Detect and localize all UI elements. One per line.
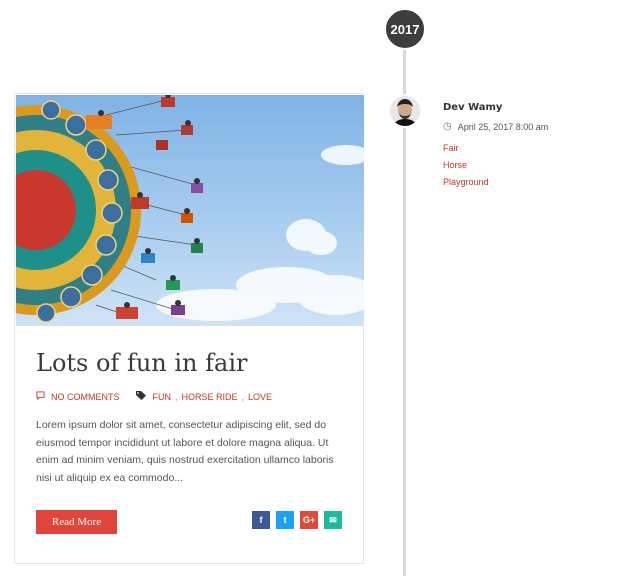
author-name[interactable]: Dev Wamy — [443, 102, 502, 113]
tag-link-horse-ride[interactable]: HORSE RIDE — [182, 392, 238, 402]
tag-separator: , — [241, 391, 245, 402]
email-share-icon[interactable]: ✉ — [324, 511, 342, 529]
twitter-share-icon[interactable]: t — [276, 511, 294, 529]
facebook-share-icon[interactable]: f — [252, 511, 270, 529]
tag-link-fun[interactable]: FUN — [153, 392, 172, 402]
tag-link-love[interactable]: LOVE — [248, 392, 272, 402]
comments-link[interactable]: NO COMMENTS — [51, 392, 120, 402]
google-plus-share-icon[interactable]: G+ — [300, 511, 318, 529]
post-card: Lots of fun in fair NO COMMENTS FUN , HO… — [14, 93, 364, 564]
sidebar-tag-fair[interactable]: Fair — [443, 140, 489, 157]
clock-icon: ◷ — [443, 121, 452, 132]
post-date: ◷ April 25, 2017 8:00 am — [443, 121, 548, 132]
year-badge: 2017 — [384, 8, 426, 50]
sidebar-tag-playground[interactable]: Playground — [443, 174, 489, 191]
post-meta: NO COMMENTS FUN , HORSE RIDE , LOVE — [36, 391, 272, 402]
sidebar-tag-horse[interactable]: Horse — [443, 157, 489, 174]
author-avatar[interactable] — [388, 94, 422, 128]
read-more-button[interactable]: Read More — [36, 510, 117, 534]
post-title[interactable]: Lots of fun in fair — [36, 349, 247, 377]
fair-swing-illustration — [16, 95, 364, 323]
comment-icon — [36, 391, 45, 402]
sidebar-tag-list: Fair Horse Playground — [443, 140, 489, 191]
tag-separator: , — [175, 391, 178, 402]
post-date-text: April 25, 2017 8:00 am — [457, 121, 549, 132]
post-excerpt: Lorem ipsum dolor sit amet, consectetur … — [36, 419, 334, 484]
tag-icon — [135, 391, 147, 402]
post-featured-image[interactable] — [16, 95, 364, 326]
